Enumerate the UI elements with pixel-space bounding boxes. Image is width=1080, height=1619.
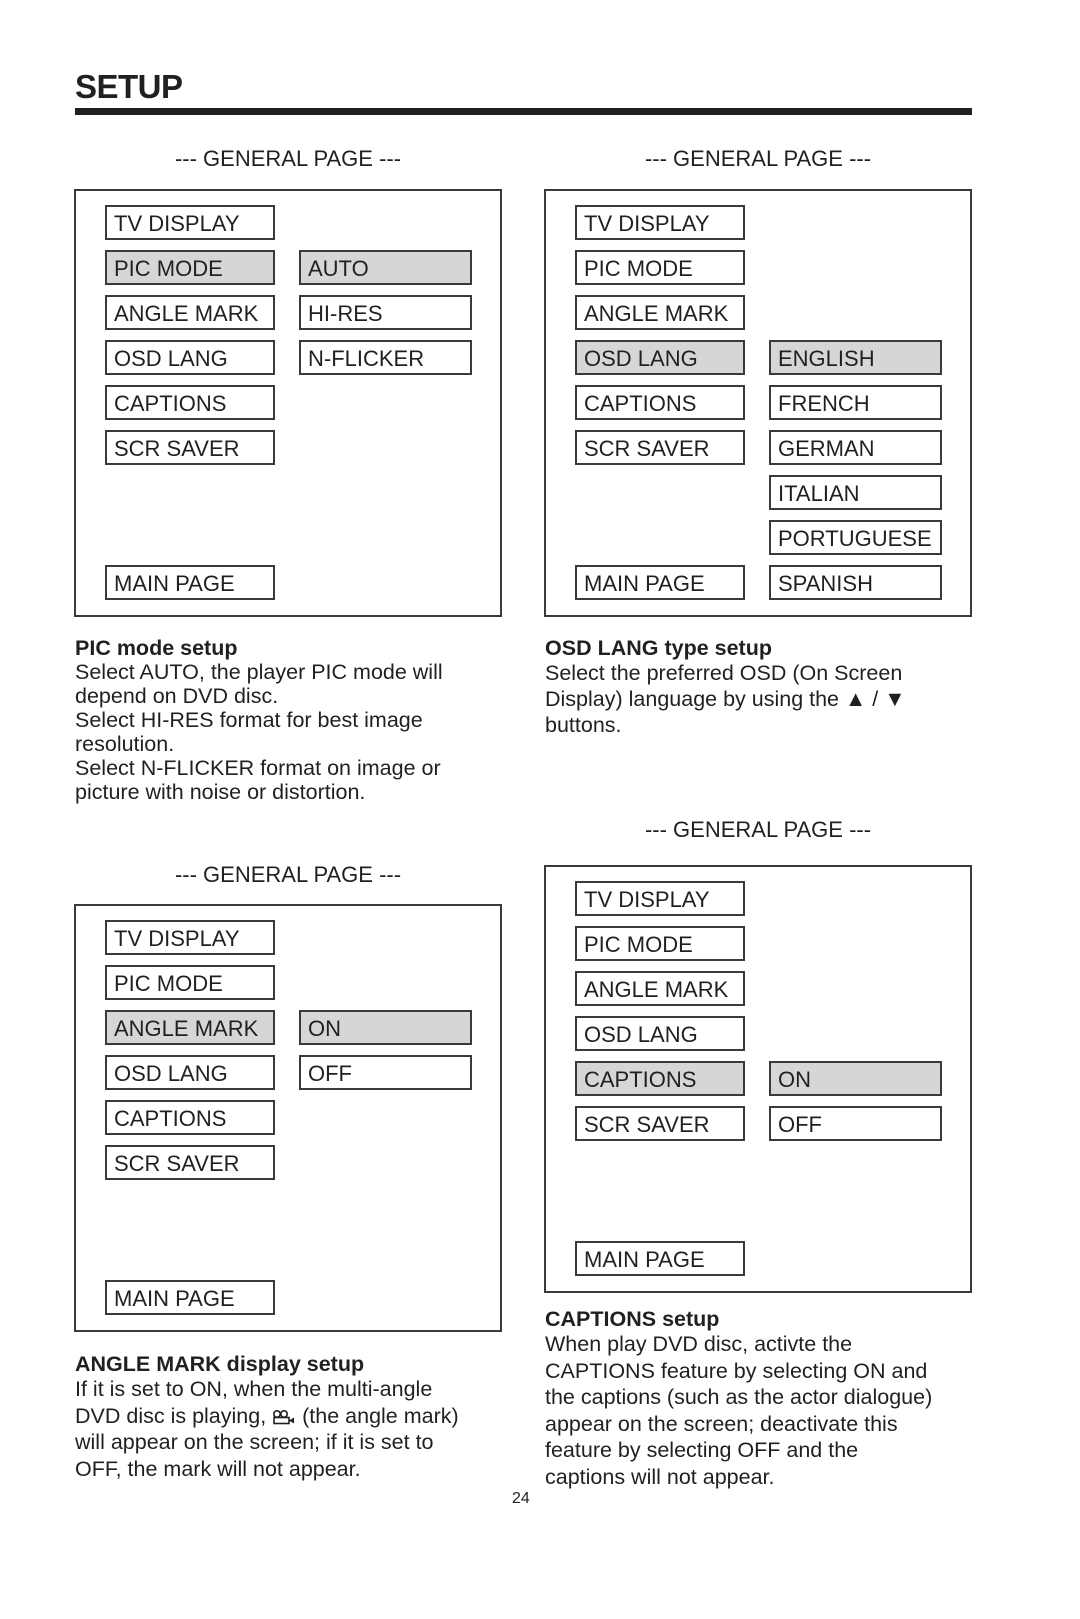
page-title: SETUP [75, 68, 183, 105]
option-off[interactable]: OFF [299, 1055, 472, 1090]
pic-mode-description: PIC mode setup Select AUTO, the player P… [75, 636, 515, 804]
desc-line: CAPTIONS feature by selecting ON and [545, 1358, 928, 1383]
angle-mark-heading: ANGLE MARK display setup [75, 1352, 365, 1376]
menu-item-scr-saver[interactable]: SCR SAVER [105, 1145, 275, 1180]
desc-line: resolution. [75, 732, 175, 756]
option-spanish[interactable]: SPANISH [769, 565, 942, 600]
menu-item-osd-lang[interactable]: OSD LANG [575, 340, 745, 375]
menu-item-tv-display[interactable]: TV DISPLAY [575, 881, 745, 916]
osd-lang-heading: OSD LANG type setup [545, 636, 772, 660]
menu-item-captions[interactable]: CAPTIONS [575, 1061, 745, 1096]
desc-line: Select the preferred OSD (On Screen [545, 661, 903, 685]
panel-caption: --- GENERAL PAGE --- [644, 146, 872, 171]
menu-item-osd-lang[interactable]: OSD LANG [105, 1055, 275, 1090]
pic-mode-heading: PIC mode setup [75, 636, 238, 660]
menu-item-scr-saver[interactable]: SCR SAVER [105, 430, 275, 465]
page-number: 24 [512, 1490, 530, 1507]
option-italian[interactable]: ITALIAN [769, 475, 942, 510]
option-portuguese[interactable]: PORTUGUESE [769, 520, 942, 555]
option-on[interactable]: ON [299, 1010, 472, 1045]
desc-line: OFF, the mark will not appear. [75, 1456, 361, 1481]
desc-line: When play DVD disc, activte the [545, 1332, 853, 1356]
title-rule [75, 108, 972, 115]
option-auto[interactable]: AUTO [299, 250, 472, 285]
general-page-panel-angle-mark: TV DISPLAY PIC MODE ANGLE MARK OSD LANG CAPT… [74, 904, 502, 1332]
menu-item-osd-lang[interactable]: OSD LANG [105, 340, 275, 375]
desc-line: Select N-FLICKER format on image or [75, 756, 441, 780]
menu-item-pic-mode[interactable]: PIC MODE [105, 250, 275, 285]
desc-line: will appear on the screen; if it is set … [75, 1430, 434, 1454]
menu-item-angle-mark[interactable]: ANGLE MARK [575, 295, 745, 330]
option-n-flicker[interactable]: N-FLICKER [299, 340, 472, 375]
menu-item-captions[interactable]: CAPTIONS [105, 385, 275, 420]
option-on[interactable]: ON [769, 1061, 942, 1096]
desc-line: feature by selecting OFF and the [545, 1438, 859, 1462]
menu-item-scr-saver[interactable]: SCR SAVER [575, 1106, 745, 1141]
angle-mark-icon [273, 1409, 295, 1424]
option-hi-res[interactable]: HI-RES [299, 295, 472, 330]
option-off[interactable]: OFF [769, 1106, 942, 1141]
general-page-panel-osd-lang: TV DISPLAY PIC MODE ANGLE MARK OSD LANG CAPT… [544, 189, 972, 617]
menu-item-pic-mode[interactable]: PIC MODE [575, 926, 745, 961]
panel-caption: --- GENERAL PAGE --- [174, 146, 402, 171]
menu-item-main-page[interactable]: MAIN PAGE [105, 565, 275, 600]
desc-line: appear on the screen; deactivate this [545, 1411, 898, 1436]
menu-item-main-page[interactable]: MAIN PAGE [105, 1280, 275, 1315]
captions-heading: CAPTIONS setup [545, 1307, 720, 1331]
menu-item-tv-display[interactable]: TV DISPLAY [575, 205, 745, 240]
menu-item-pic-mode[interactable]: PIC MODE [105, 965, 275, 1000]
desc-line: If it is set to ON, when the multi-angle [75, 1377, 433, 1401]
desc-line: DVD disc is playing, (the angle mark) [75, 1403, 515, 1430]
menu-item-angle-mark[interactable]: ANGLE MARK [105, 295, 275, 330]
menu-item-scr-saver[interactable]: SCR SAVER [575, 430, 745, 465]
panel-caption: --- GENERAL PAGE --- [174, 862, 402, 887]
general-page-panel-captions: TV DISPLAY PIC MODE ANGLE MARK OSD LANG CAPT… [544, 865, 972, 1293]
desc-line: Select HI-RES format for best image [75, 708, 423, 732]
desc-text: (the angle mark) [296, 1403, 459, 1428]
desc-line: Select AUTO, the player PIC mode will [75, 660, 443, 684]
menu-item-tv-display[interactable]: TV DISPLAY [105, 920, 275, 955]
desc-line: depend on DVD disc. [75, 684, 279, 708]
menu-item-tv-display[interactable]: TV DISPLAY [105, 205, 275, 240]
menu-item-main-page[interactable]: MAIN PAGE [575, 1241, 745, 1276]
desc-text: DVD disc is playing, [75, 1403, 273, 1428]
menu-item-captions[interactable]: CAPTIONS [575, 385, 745, 420]
menu-item-captions[interactable]: CAPTIONS [105, 1100, 275, 1135]
menu-item-osd-lang[interactable]: OSD LANG [575, 1016, 745, 1051]
option-german[interactable]: GERMAN [769, 430, 942, 465]
menu-item-angle-mark[interactable]: ANGLE MARK [575, 971, 745, 1006]
option-english[interactable]: ENGLISH [769, 340, 942, 375]
osd-lang-description: OSD LANG type setup Select the preferred… [545, 636, 985, 738]
general-page-panel-pic-mode: TV DISPLAY PIC MODE ANGLE MARK OSD LANG CAPT… [74, 189, 502, 617]
menu-item-pic-mode[interactable]: PIC MODE [575, 250, 745, 285]
angle-mark-description: ANGLE MARK display setup If it is set to… [75, 1352, 515, 1482]
menu-item-angle-mark[interactable]: ANGLE MARK [105, 1010, 275, 1045]
desc-line: Display) language by using the ▲ / ▼ [545, 687, 906, 711]
captions-description: CAPTIONS setup When play DVD disc, activ… [545, 1307, 985, 1490]
desc-line: captions will not appear. [545, 1464, 775, 1489]
option-french[interactable]: FRENCH [769, 385, 942, 420]
desc-line: the captions (such as the actor dialogue… [545, 1385, 933, 1409]
desc-line: picture with noise or distortion. [75, 780, 366, 804]
menu-item-main-page[interactable]: MAIN PAGE [575, 565, 745, 600]
desc-line: buttons. [545, 713, 622, 737]
panel-caption: --- GENERAL PAGE --- [644, 817, 872, 842]
